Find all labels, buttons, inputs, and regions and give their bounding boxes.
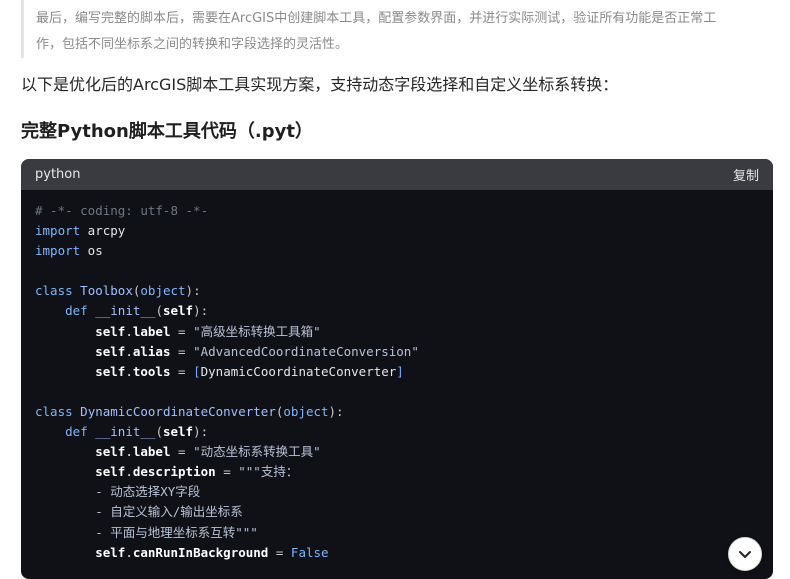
chevron-down-icon [739,551,751,558]
code-line-8: self.alias = "AdvancedCoordinateConversi… [95,343,419,359]
code-line-14: self.description = """支持： [95,464,299,480]
code-line-3: import os [35,243,103,259]
code-line-7: self.label = "高级坐标转换工具箱" [95,323,321,339]
scroll-to-bottom-button[interactable] [728,537,762,571]
section-heading: 完整Python脚本工具代码（.pyt） [21,121,313,142]
code-line-12: def __init__(self): [65,424,209,440]
code-line-18: self.canRunInBackground = False [95,544,329,560]
code-line-1: # -*- coding: utf-8 -*- [35,203,209,218]
code-block-header: python 复制 [21,159,773,190]
code-line-15: - 动态选择XY字段 [35,484,201,500]
code-line-11: class DynamicCoordinateConverter(object)… [35,403,344,419]
blockquote: 最后，编写完整的脚本后，需要在ArcGIS中创建脚本工具，配置参数界面，并进行实… [21,0,773,58]
code-line-2: import arcpy [35,223,126,239]
code-content[interactable]: # -*- coding: utf-8 -*- import arcpy imp… [21,190,773,563]
code-line-6: def __init__(self): [65,303,209,319]
blockquote-line-2: 作，包括不同坐标系之间的转换和字段选择的灵活性。 [36,37,349,52]
code-line-17: - 平面与地理坐标系互转""" [35,524,258,540]
blockquote-line-1: 最后，编写完整的脚本后，需要在ArcGIS中创建脚本工具，配置参数界面，并进行实… [36,11,717,26]
code-line-16: - 自定义输入/输出坐标系 [35,504,243,520]
code-line-13: self.label = "动态坐标系转换工具" [95,444,321,460]
code-line-5: class Toolbox(object): [35,283,201,299]
code-block: python 复制 # -*- coding: utf-8 -*- import… [21,159,773,579]
copy-button[interactable]: 复制 [733,165,759,184]
code-line-9: self.tools = [DynamicCoordinateConverter… [95,363,404,379]
intro-paragraph: 以下是优化后的ArcGIS脚本工具实现方案，支持动态字段选择和自定义坐标系转换： [21,75,619,94]
code-language-label: python [35,167,81,182]
